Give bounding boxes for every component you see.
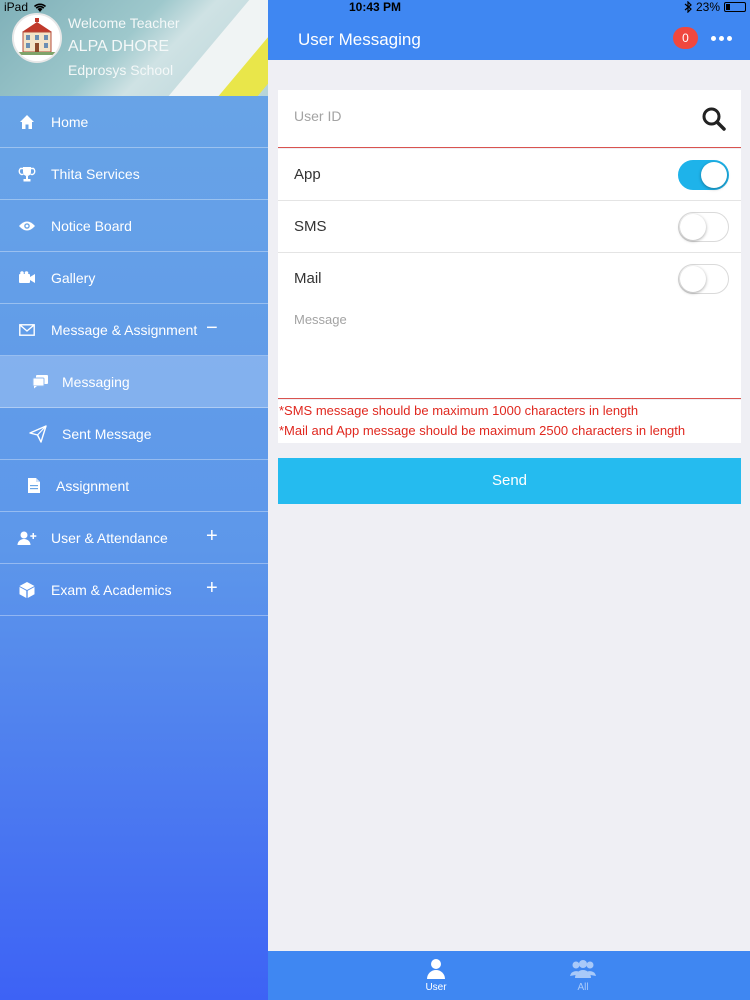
notification-badge[interactable]: 0 bbox=[673, 27, 698, 49]
more-dot bbox=[727, 36, 732, 41]
document-icon bbox=[24, 476, 44, 496]
status-right: 23% bbox=[684, 0, 746, 14]
sidebar-item-label: User & Attendance bbox=[51, 529, 168, 546]
send-icon bbox=[28, 424, 48, 444]
sidebar-item-label: Gallery bbox=[51, 269, 96, 286]
envelope-icon bbox=[17, 320, 37, 340]
sidebar-item-label: Message & Assignment bbox=[51, 321, 198, 338]
sidebar-menu: Home Thita Services Notice Board Gallery… bbox=[0, 96, 268, 616]
group-icon bbox=[553, 957, 613, 981]
tab-label: User bbox=[425, 982, 447, 993]
sms-label: SMS bbox=[294, 218, 327, 235]
video-camera-icon bbox=[17, 268, 37, 288]
sidebar-item-label: Home bbox=[51, 113, 89, 130]
school-name: Edprosys School bbox=[68, 62, 174, 78]
user-icon bbox=[406, 957, 466, 981]
switch-knob bbox=[680, 214, 706, 240]
expand-icon[interactable]: + bbox=[206, 577, 218, 600]
sidebar-item-messaging[interactable]: Messaging bbox=[0, 356, 268, 408]
search-icon[interactable] bbox=[701, 106, 727, 132]
sidebar-item-label: Thita Services bbox=[51, 165, 140, 182]
mail-switch[interactable] bbox=[678, 264, 729, 294]
expand-icon[interactable]: + bbox=[206, 525, 218, 548]
home-icon bbox=[17, 112, 37, 132]
tab-label: All bbox=[577, 982, 589, 993]
battery-percent: 23% bbox=[695, 0, 720, 14]
message-input[interactable] bbox=[294, 312, 724, 390]
eye-icon bbox=[17, 216, 37, 236]
sidebar-item-label: Notice Board bbox=[51, 217, 132, 234]
sidebar-item-thita-services[interactable]: Thita Services bbox=[0, 148, 268, 200]
sidebar: Welcome Teacher ALPA DHORE Edprosys Scho… bbox=[0, 0, 268, 1000]
status-time: 10:43 PM bbox=[348, 0, 402, 14]
school-avatar bbox=[12, 13, 62, 63]
trophy-icon bbox=[17, 164, 37, 184]
sms-switch[interactable] bbox=[678, 212, 729, 242]
tab-user[interactable]: User bbox=[406, 957, 466, 993]
battery-icon bbox=[724, 2, 746, 12]
status-bar: iPad 10:43 PM 23% bbox=[0, 0, 750, 15]
mail-toggle-row: Mail bbox=[278, 253, 741, 305]
welcome-text: Welcome Teacher bbox=[68, 15, 180, 31]
sidebar-item-sent-message[interactable]: Sent Message bbox=[0, 408, 268, 460]
sidebar-item-message-assignment[interactable]: Message & Assignment − bbox=[0, 304, 268, 356]
app-switch[interactable] bbox=[678, 160, 729, 190]
sidebar-item-label: Messaging bbox=[62, 373, 130, 390]
sms-length-warning: *SMS message should be maximum 1000 char… bbox=[279, 403, 639, 418]
cube-icon bbox=[17, 580, 37, 600]
switch-knob bbox=[701, 162, 727, 188]
sidebar-item-assignment[interactable]: Assignment bbox=[0, 460, 268, 512]
sidebar-item-notice-board[interactable]: Notice Board bbox=[0, 200, 268, 252]
send-button[interactable]: Send bbox=[278, 458, 741, 504]
more-options-icon[interactable] bbox=[711, 36, 732, 41]
collapse-icon[interactable]: − bbox=[206, 317, 218, 340]
sidebar-item-label: Sent Message bbox=[62, 425, 152, 442]
sidebar-item-label: Exam & Academics bbox=[51, 581, 172, 598]
sidebar-item-user-attendance[interactable]: User & Attendance + bbox=[0, 512, 268, 564]
message-box bbox=[278, 304, 741, 399]
sidebar-item-label: Assignment bbox=[56, 477, 130, 494]
bluetooth-icon bbox=[684, 1, 692, 13]
validation-warnings: *SMS message should be maximum 1000 char… bbox=[278, 400, 741, 443]
sidebar-item-gallery[interactable]: Gallery bbox=[0, 252, 268, 304]
app-label: App bbox=[294, 166, 321, 183]
mail-length-warning: *Mail and App message should be maximum … bbox=[279, 423, 686, 438]
sidebar-item-home[interactable]: Home bbox=[0, 96, 268, 148]
teacher-name: ALPA DHORE bbox=[68, 38, 170, 55]
user-id-row bbox=[278, 90, 741, 148]
bottom-tab-bar: User All bbox=[268, 951, 750, 1000]
school-building-icon bbox=[14, 15, 60, 61]
mail-label: Mail bbox=[294, 270, 322, 287]
app-toggle-row: App bbox=[278, 149, 741, 201]
sms-toggle-row: SMS bbox=[278, 201, 741, 253]
sidebar-item-exam-academics[interactable]: Exam & Academics + bbox=[0, 564, 268, 616]
add-user-icon bbox=[17, 528, 37, 548]
main-content: App SMS Mail *SMS message should be maxi… bbox=[268, 60, 750, 950]
more-dot bbox=[711, 36, 716, 41]
user-id-input[interactable] bbox=[294, 108, 694, 124]
tab-all[interactable]: All bbox=[553, 957, 613, 993]
more-dot bbox=[719, 36, 724, 41]
page-title: User Messaging bbox=[298, 30, 421, 49]
switch-knob bbox=[680, 266, 706, 292]
chat-icon bbox=[30, 372, 50, 392]
